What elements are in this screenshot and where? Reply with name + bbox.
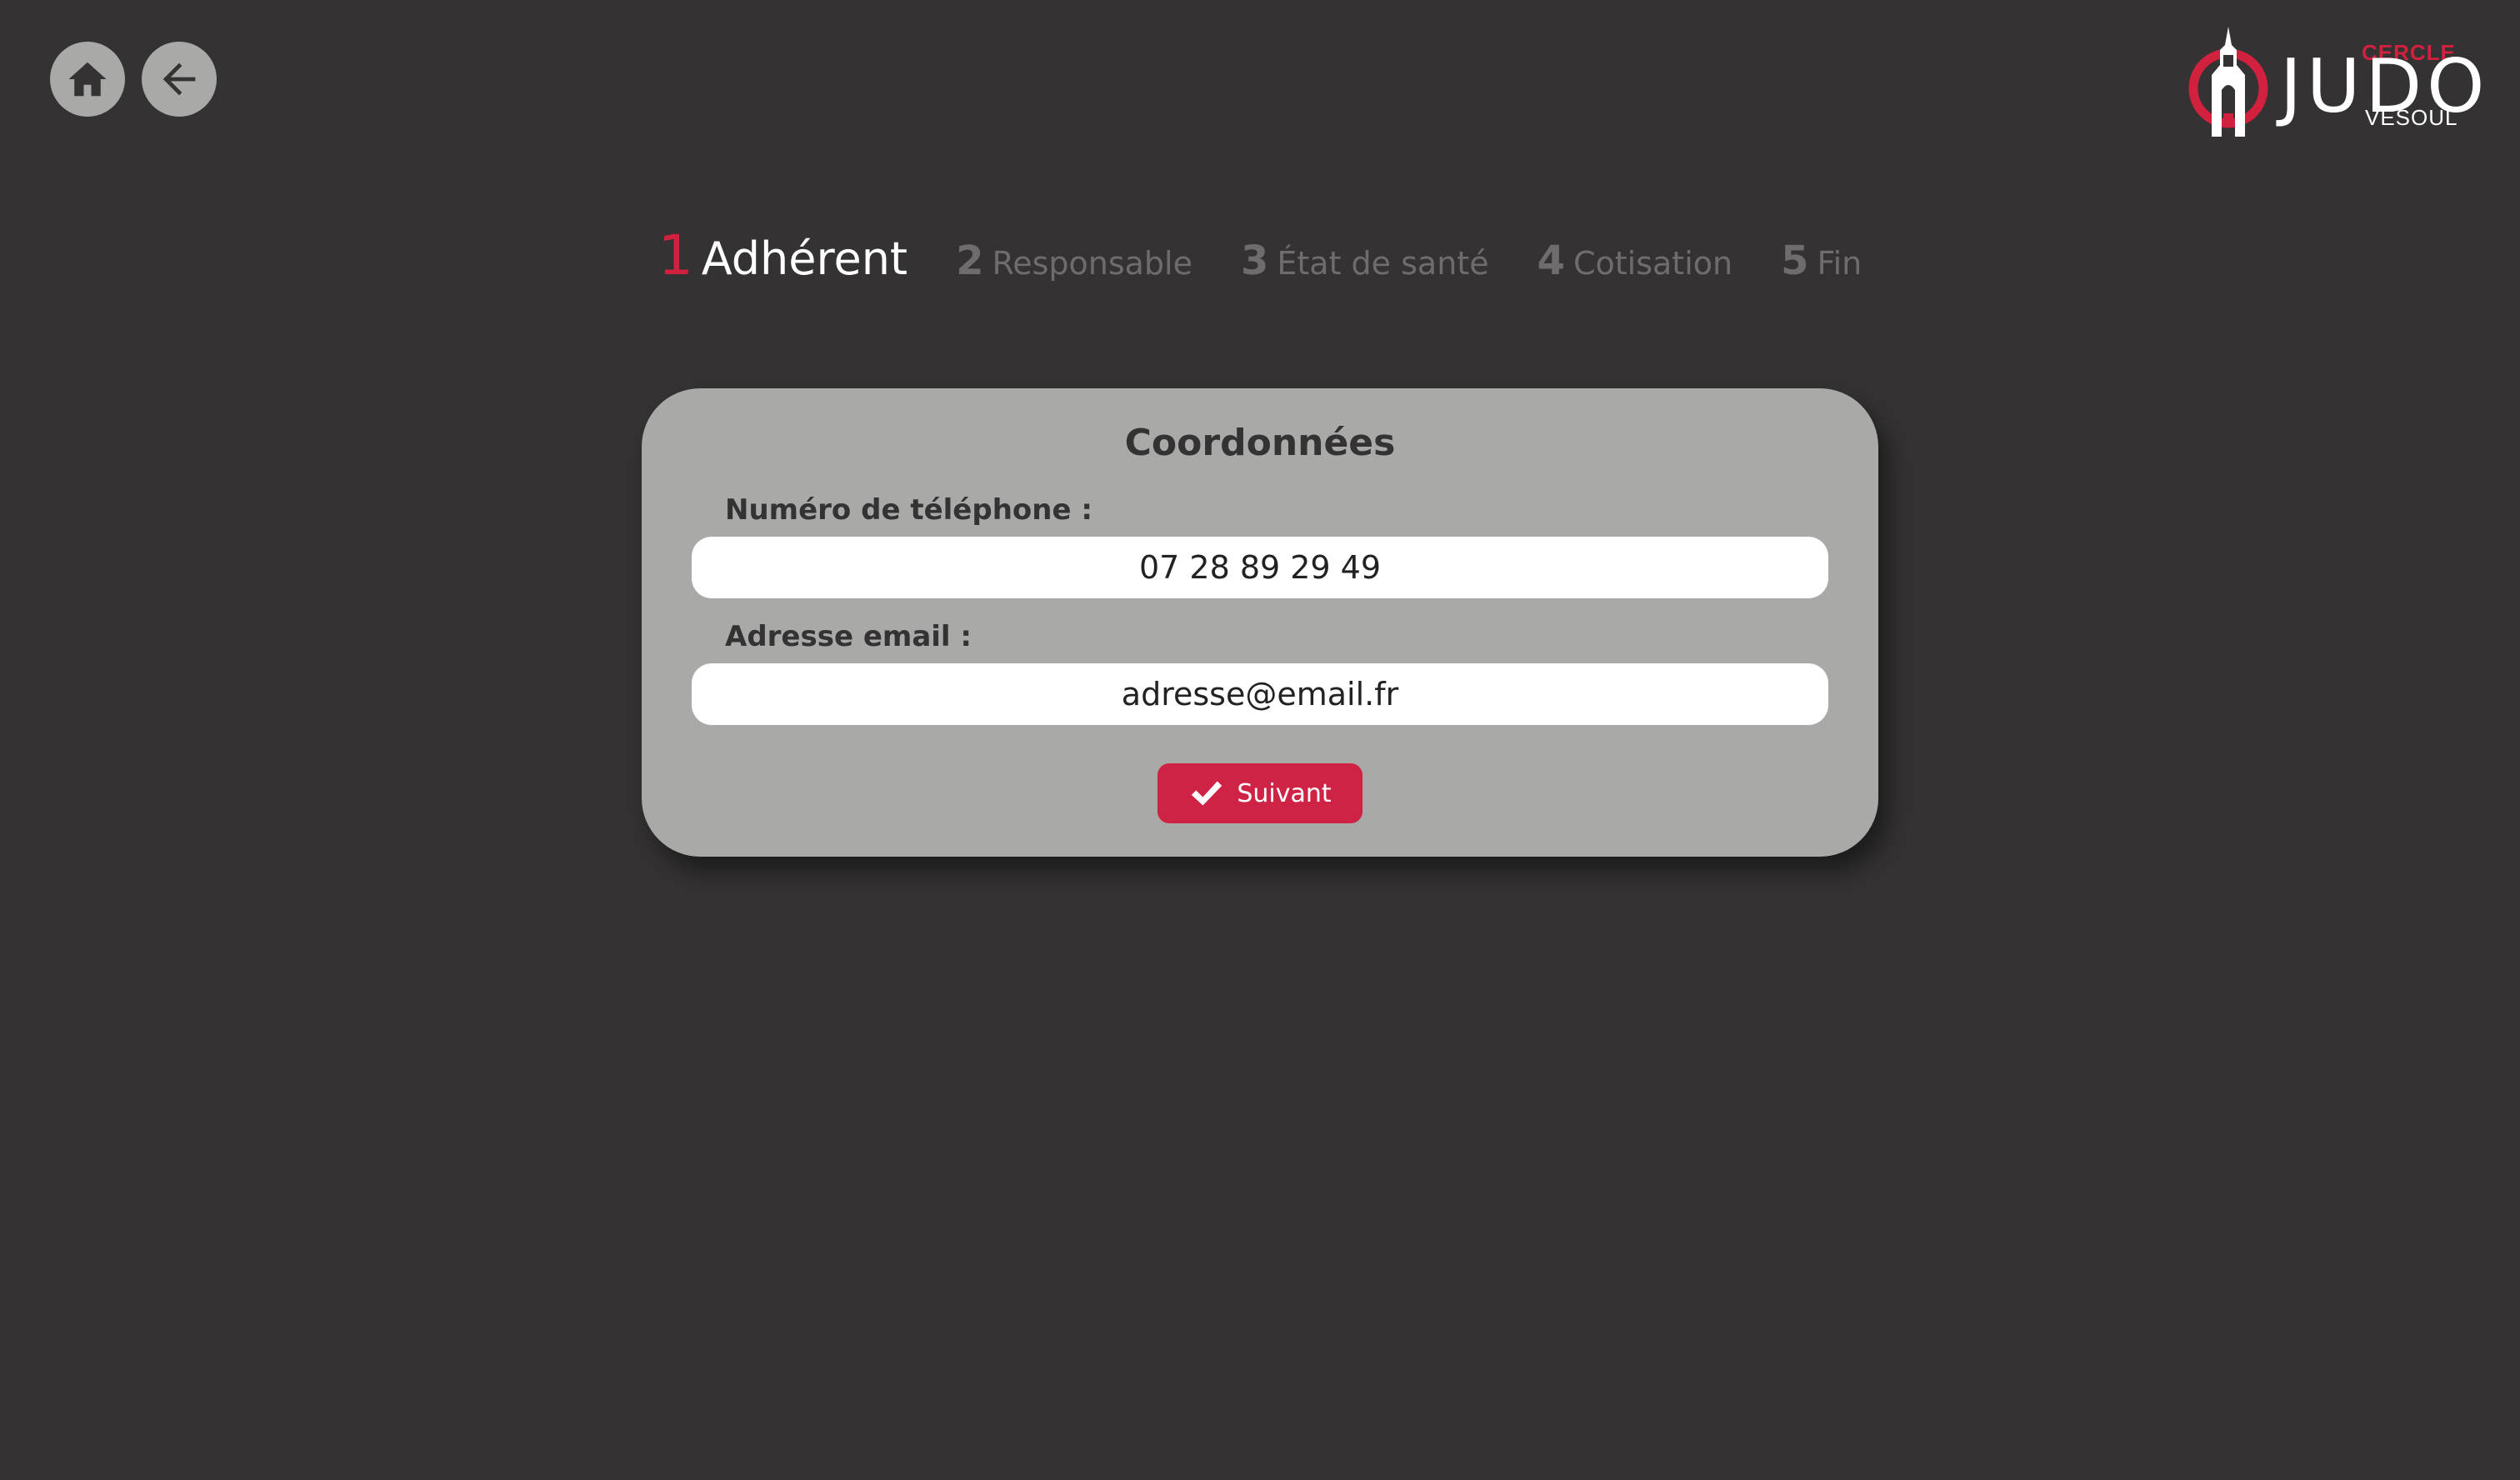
next-button-label: Suivant xyxy=(1237,778,1332,808)
step-fin: 5 Fin xyxy=(1781,238,1862,284)
step-etat-de-sante: 3 État de santé xyxy=(1241,238,1489,284)
form-title: Coordonnées xyxy=(1124,422,1396,464)
logo-text-vesoul: VESOUL xyxy=(2365,105,2458,130)
cathedral-logo-icon xyxy=(2188,27,2268,137)
check-icon xyxy=(1192,781,1222,806)
step-number: 3 xyxy=(1240,238,1269,284)
step-label: État de santé xyxy=(1277,245,1489,282)
page: CERCLE JUDO VESOUL 1 Adhérent 2 Responsa… xyxy=(0,0,2520,1480)
step-number: 2 xyxy=(956,238,984,284)
step-label: Adhérent xyxy=(701,232,908,285)
step-adherent: 1 Adhérent xyxy=(658,223,908,288)
arrow-left-icon xyxy=(162,62,196,96)
step-number: 4 xyxy=(1537,238,1565,284)
club-logo: CERCLE JUDO VESOUL xyxy=(2187,25,2487,142)
step-number: 1 xyxy=(658,223,693,288)
step-indicator: 1 Adhérent 2 Responsable 3 État de santé… xyxy=(0,223,2520,288)
step-responsable: 2 Responsable xyxy=(956,238,1192,284)
email-field[interactable] xyxy=(692,663,1828,725)
step-cotisation: 4 Cotisation xyxy=(1538,238,1733,284)
contact-form-card: Coordonnées Numéro de téléphone : Adress… xyxy=(642,388,1878,857)
step-label: Responsable xyxy=(992,245,1192,282)
back-button[interactable] xyxy=(142,42,217,117)
phone-label: Numéro de téléphone : xyxy=(725,493,1092,527)
next-button[interactable]: Suivant xyxy=(1158,763,1362,823)
home-icon xyxy=(68,62,107,97)
step-label: Fin xyxy=(1817,245,1862,282)
phone-field[interactable] xyxy=(692,537,1828,598)
email-label: Adresse email : xyxy=(725,620,972,653)
step-label: Cotisation xyxy=(1572,245,1733,282)
step-number: 5 xyxy=(1781,238,1809,284)
home-button[interactable] xyxy=(50,42,125,117)
